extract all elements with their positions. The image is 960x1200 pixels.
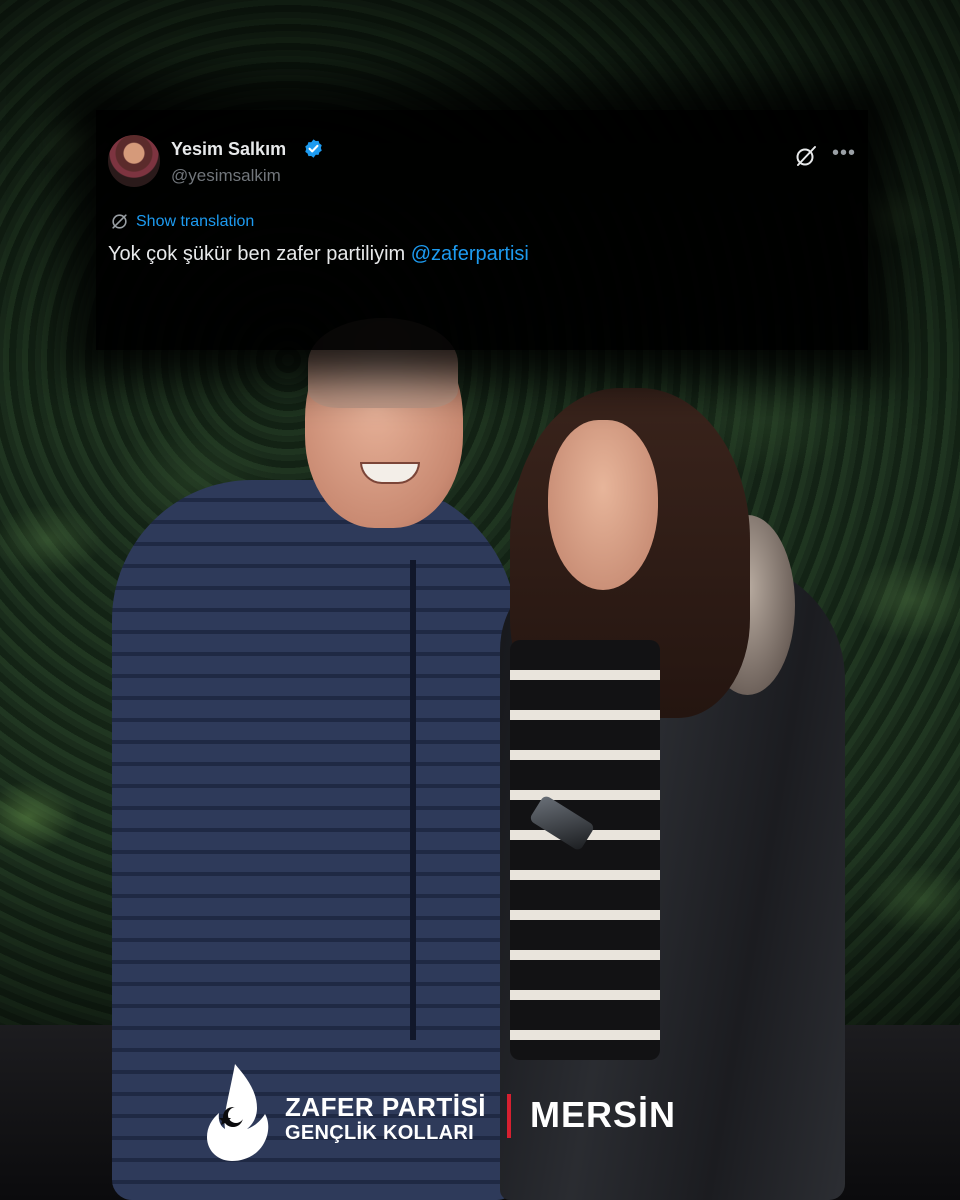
display-name[interactable]: Yesim Salkım: [171, 139, 286, 160]
verified-badge-icon: [305, 139, 322, 158]
party-subtitle: GENÇLİK KOLLARI: [285, 1122, 474, 1144]
man-jacket-zipper: [410, 560, 416, 1040]
show-translation-link[interactable]: Show translation: [136, 213, 254, 231]
party-logo-icon: [207, 1064, 269, 1161]
city-name: MERSİN: [530, 1094, 677, 1135]
woman-striped-sweater: [510, 640, 660, 1060]
avatar[interactable]: [108, 135, 160, 187]
more-icon[interactable]: •••: [832, 143, 855, 167]
tweet-text-body: Yok çok şükür ben zafer partiliyim: [108, 243, 411, 265]
translate-row[interactable]: Show translation: [110, 212, 254, 231]
translate-icon: [112, 214, 127, 229]
tweet-text: Yok çok şükür ben zafer partiliyim @zafe…: [108, 243, 529, 266]
handle[interactable]: @yesimsalkim: [171, 166, 281, 186]
party-name: ZAFER PARTİSİ: [285, 1092, 487, 1122]
party-branding: ZAFER PARTİSİ GENÇLİK KOLLARI MERSİN: [205, 1062, 705, 1172]
mention-link[interactable]: @zaferpartisi: [411, 243, 529, 265]
woman-face: [548, 420, 658, 590]
tweet-card: Yesim Salkım @yesimsalkim ••• Show trans…: [96, 110, 868, 350]
grok-icon[interactable]: [794, 144, 818, 168]
brand-divider: [507, 1094, 511, 1138]
